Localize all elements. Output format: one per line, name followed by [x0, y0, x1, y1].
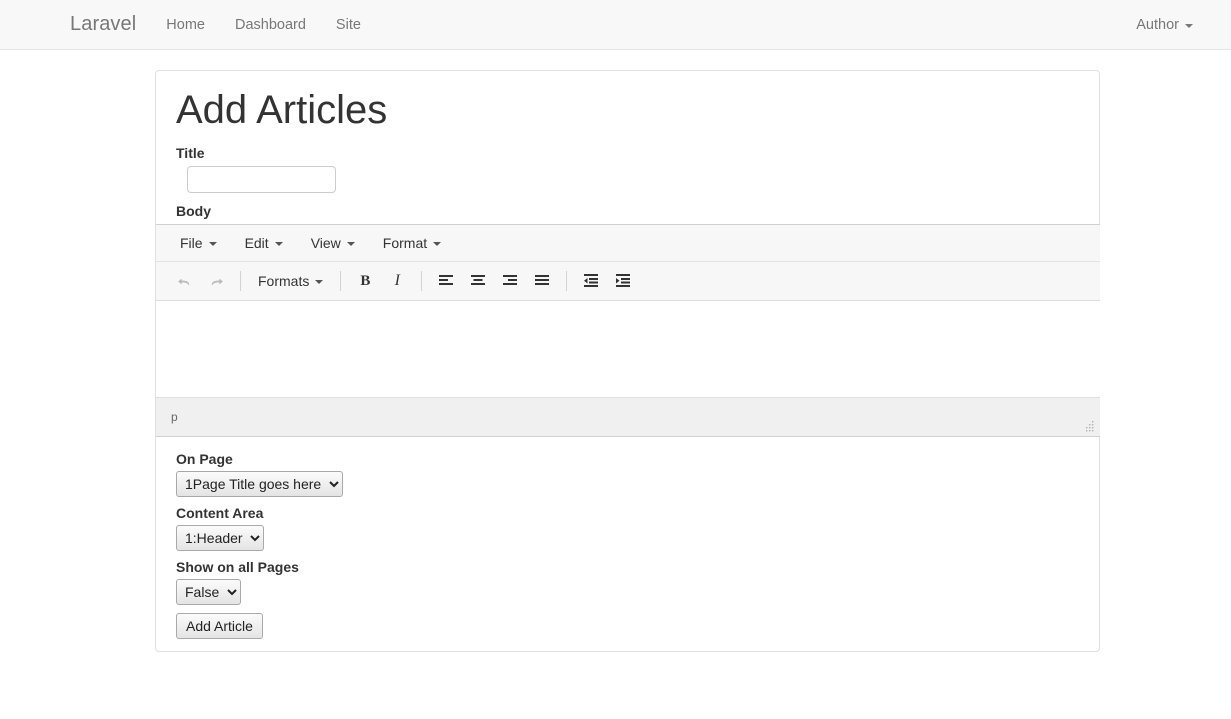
menu-view-label: View [310, 235, 341, 251]
title-field-label: Title [176, 145, 205, 161]
title-input[interactable] [187, 166, 336, 193]
menu-file[interactable]: File [170, 231, 227, 255]
add-article-panel: Add Articles Title Body File Edit View F… [155, 70, 1100, 652]
align-center-button[interactable] [463, 268, 493, 294]
element-path[interactable]: p [171, 410, 178, 424]
show-all-pages-label: Show on all Pages [176, 559, 299, 575]
user-menu-label: Author [1136, 16, 1179, 33]
menu-view[interactable]: View [301, 231, 365, 255]
navbar-right-group: Author [1121, 0, 1231, 49]
align-right-icon [503, 275, 518, 285]
align-center-icon [471, 275, 486, 285]
align-justify-button[interactable] [527, 268, 557, 294]
resize-grip-icon[interactable] [1084, 421, 1095, 432]
page-title: Add Articles [176, 88, 388, 132]
italic-button[interactable]: I [382, 268, 412, 294]
tinymce-editor: File Edit View Format Formats B I p [156, 224, 1100, 437]
add-article-button[interactable]: Add Article [176, 613, 263, 639]
nav-link-site[interactable]: Site [321, 0, 376, 49]
content-area-label: Content Area [176, 505, 264, 521]
menu-file-label: File [180, 235, 203, 251]
body-field-label: Body [176, 203, 211, 219]
chevron-down-icon [433, 242, 442, 246]
align-right-button[interactable] [495, 268, 525, 294]
on-page-select[interactable]: 1Page Title goes here [176, 471, 343, 497]
user-menu-author[interactable]: Author [1121, 0, 1208, 49]
formats-dropdown[interactable]: Formats [249, 269, 332, 293]
redo-icon [211, 278, 223, 286]
align-left-button[interactable] [431, 268, 461, 294]
chevron-down-icon [274, 242, 283, 246]
italic-icon: I [394, 272, 400, 289]
editor-statusbar: p [156, 398, 1100, 436]
bold-button[interactable]: B [350, 268, 380, 294]
menu-format[interactable]: Format [373, 231, 451, 255]
on-page-label: On Page [176, 451, 233, 467]
nav-link-dashboard[interactable]: Dashboard [220, 0, 321, 49]
outdent-button[interactable] [576, 268, 606, 294]
redo-button[interactable] [201, 268, 231, 294]
chevron-down-icon [315, 280, 324, 284]
editor-toolbar: Formats B I [156, 262, 1100, 301]
menu-edit-label: Edit [244, 235, 269, 251]
brand-logo-link[interactable]: Laravel [55, 0, 151, 49]
indent-icon [616, 274, 631, 287]
menu-format-label: Format [382, 235, 428, 251]
toolbar-separator [421, 271, 423, 291]
editor-menubar: File Edit View Format [156, 225, 1100, 262]
undo-button[interactable] [169, 268, 199, 294]
align-justify-icon [535, 275, 550, 285]
lower-form-section: On Page 1Page Title goes here Content Ar… [156, 437, 1099, 651]
outdent-icon [584, 274, 599, 287]
panel-body: Add Articles Title Body File Edit View F… [156, 71, 1100, 651]
top-navbar: Laravel Home Dashboard Site Author [0, 0, 1231, 50]
toolbar-separator [340, 271, 342, 291]
nav-link-home[interactable]: Home [151, 0, 220, 49]
menu-edit[interactable]: Edit [235, 231, 293, 255]
content-area-select[interactable]: 1:Header [176, 525, 264, 551]
indent-button[interactable] [608, 268, 638, 294]
chevron-down-icon [208, 242, 217, 246]
undo-icon [177, 278, 189, 286]
align-left-icon [439, 275, 454, 285]
toolbar-separator [240, 271, 241, 291]
editor-content-area[interactable] [156, 301, 1100, 398]
navbar-left-group: Laravel Home Dashboard Site [0, 0, 376, 49]
chevron-down-icon [346, 242, 355, 246]
bold-icon: B [360, 272, 371, 289]
show-all-pages-select[interactable]: False [176, 579, 241, 605]
toolbar-separator [566, 271, 568, 291]
formats-label: Formats [258, 273, 310, 289]
chevron-down-icon [1185, 23, 1193, 28]
